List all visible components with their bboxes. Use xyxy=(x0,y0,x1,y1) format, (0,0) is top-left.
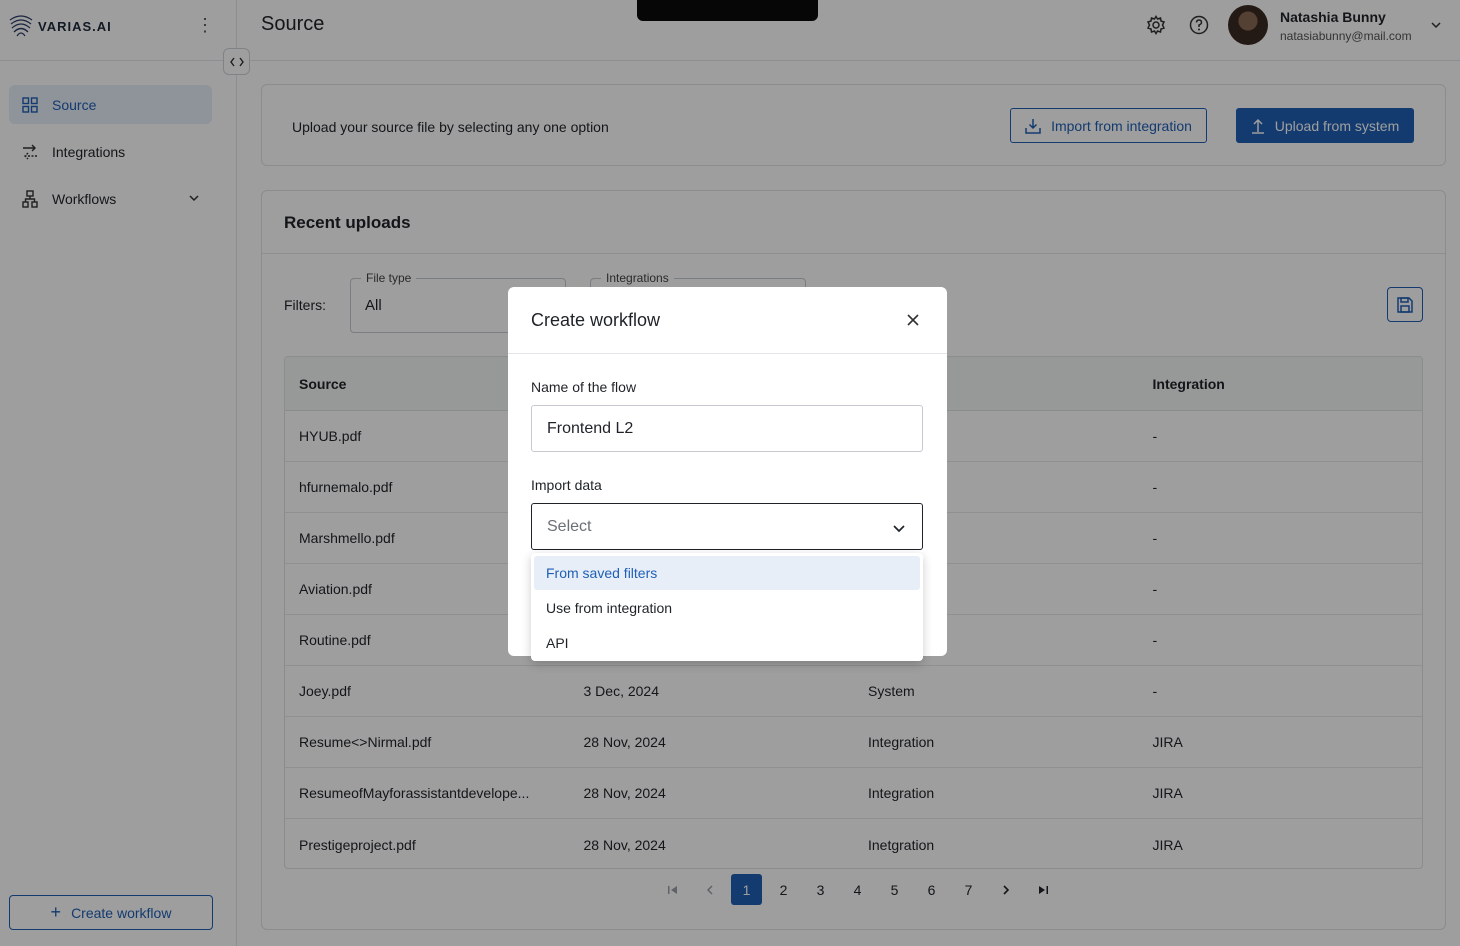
flow-name-label: Name of the flow xyxy=(531,379,637,395)
divider xyxy=(508,353,947,354)
close-icon[interactable] xyxy=(904,311,922,329)
option-from-saved-filters[interactable]: From saved filters xyxy=(534,556,920,590)
modal-title: Create workflow xyxy=(531,310,661,330)
import-data-select[interactable]: Select xyxy=(531,503,923,550)
import-data-dropdown: From saved filters Use from integration … xyxy=(531,553,923,661)
flow-name-input[interactable]: Frontend L2 xyxy=(531,405,923,452)
import-data-label: Import data xyxy=(531,477,602,493)
option-use-from-integration[interactable]: Use from integration xyxy=(534,591,920,625)
select-placeholder: Select xyxy=(547,518,592,535)
chevron-down-icon xyxy=(892,521,906,539)
option-api[interactable]: API xyxy=(534,626,920,660)
